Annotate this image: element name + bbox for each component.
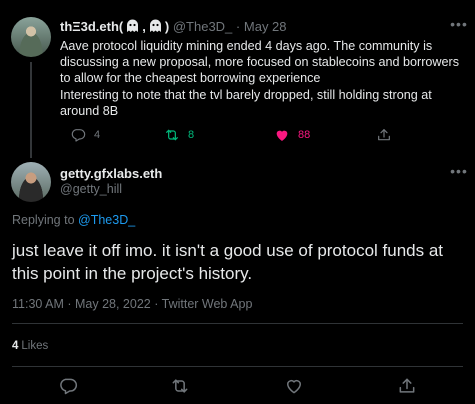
likes-number: 4 [12, 340, 19, 352]
retweet-button[interactable] [170, 376, 190, 396]
author-handle[interactable]: @getty_hill [60, 181, 122, 197]
like-button[interactable]: 88 [274, 125, 310, 145]
retweet-button[interactable]: 8 [164, 125, 194, 145]
parent-avatar[interactable] [11, 17, 51, 57]
parent-author-name-tail: ) [164, 19, 170, 34]
header-separator: · [235, 19, 241, 34]
share-button[interactable] [397, 376, 417, 396]
thread-connector-line [30, 62, 32, 158]
more-icon[interactable]: ••• [450, 162, 468, 180]
tweet-text: just leave it off imo. it isn't a good u… [12, 241, 444, 283]
share-icon [399, 378, 415, 393]
replying-prefix: Replying to [12, 213, 75, 227]
like-icon [287, 379, 301, 394]
share-button[interactable] [376, 125, 392, 145]
like-count: 88 [298, 129, 311, 141]
more-icon[interactable]: ••• [450, 15, 468, 33]
parent-author-name-comma: , [142, 19, 146, 34]
reply-button[interactable] [58, 376, 78, 396]
divider [12, 323, 463, 324]
ghost-emoji-icon [148, 19, 163, 33]
parent-handle[interactable]: @The3D_ [173, 19, 232, 34]
parent-body: Aave protocol liquidity mining ended 4 d… [60, 38, 470, 119]
divider [12, 366, 463, 367]
retweet-count: 8 [188, 129, 195, 141]
like-icon [276, 130, 288, 141]
likes-label: Likes [21, 340, 49, 352]
parent-author-name[interactable]: thΞ3d.eth( [60, 19, 123, 34]
like-button[interactable] [284, 376, 304, 396]
parent-tweet[interactable]: thΞ3d.eth(,) @The3D_ · May 28 ••• Aave p… [0, 0, 475, 158]
tweet-thread: thΞ3d.eth(,) @The3D_ · May 28 ••• Aave p… [0, 0, 475, 404]
retweet-icon [172, 379, 188, 393]
replying-to: Replying to @The3D_ [12, 212, 135, 228]
parent-body-paragraph: Aave protocol liquidity mining ended 4 d… [60, 39, 460, 86]
parent-date[interactable]: May 28 [244, 19, 287, 34]
replying-to-link[interactable]: @The3D_ [78, 213, 135, 227]
parent-action-bar: 4 8 88 [60, 125, 470, 145]
parent-body-paragraph: Interesting to note that the tvl barely … [60, 87, 432, 118]
reply-count: 4 [94, 129, 101, 141]
tweet-action-bar [0, 374, 475, 398]
author-avatar[interactable] [11, 162, 51, 202]
reply-icon [71, 129, 86, 142]
reply-icon [60, 378, 78, 395]
share-icon [378, 129, 390, 141]
likes-count-link[interactable]: 4 Likes [12, 338, 48, 354]
ghost-emoji-icon [125, 19, 140, 33]
tweet-meta[interactable]: 11:30 AM · May 28, 2022 · Twitter Web Ap… [12, 296, 252, 312]
parent-header: thΞ3d.eth(,) @The3D_ · May 28 [60, 17, 287, 37]
retweet-icon [166, 129, 178, 141]
author-name[interactable]: getty.gfxlabs.eth [60, 166, 162, 182]
reply-button[interactable]: 4 [70, 125, 100, 145]
